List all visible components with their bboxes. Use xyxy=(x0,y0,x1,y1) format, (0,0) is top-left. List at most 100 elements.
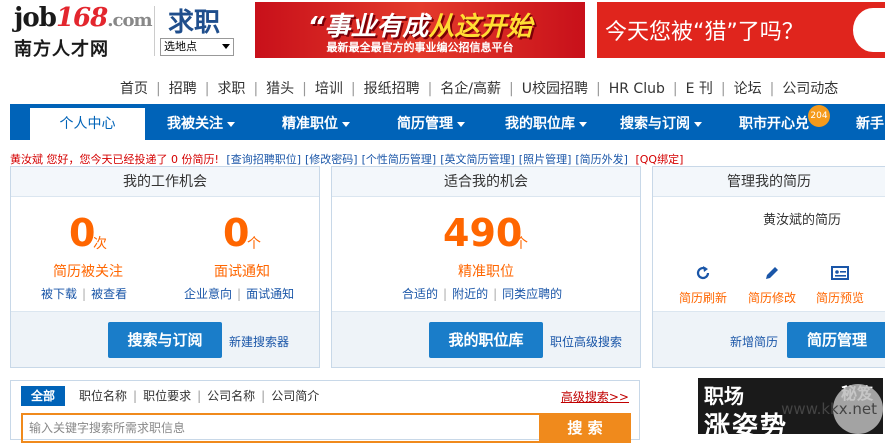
search-subscribe-button[interactable]: 搜索与订阅 xyxy=(108,322,222,358)
resume-edit-tool[interactable]: 简历修改 xyxy=(747,263,797,306)
nav-separator: | xyxy=(350,81,356,97)
chevron-down-icon xyxy=(227,121,235,127)
panel-title: 适合我的机会 xyxy=(332,167,640,197)
downloaded-link[interactable]: 被下载 xyxy=(41,287,77,301)
top-nav-item[interactable]: 猎头 xyxy=(266,78,294,98)
nav-separator: | xyxy=(596,81,601,97)
stat-interview-count[interactable]: 0 xyxy=(223,211,249,255)
tab-separator: | xyxy=(261,389,266,403)
tab-precise-jobs[interactable]: 精准职位 xyxy=(282,104,350,140)
nav-separator: | xyxy=(204,81,210,97)
greeting-link[interactable]: [查询招聘职位] xyxy=(226,153,301,166)
top-nav-item[interactable]: 首页 xyxy=(120,78,148,98)
pencil-icon xyxy=(766,267,778,279)
top-nav-item[interactable]: 报纸招聘 xyxy=(364,78,420,98)
nav-separator: | xyxy=(253,81,259,97)
tab-followed[interactable]: 我被关注 xyxy=(167,104,235,140)
location-select[interactable]: 选地点 xyxy=(160,38,234,56)
search-tab[interactable]: 职位要求 xyxy=(143,386,191,406)
logo-domain: job168.com xyxy=(14,3,153,33)
tab-resume-manage[interactable]: 简历管理 xyxy=(397,104,465,140)
header-divider xyxy=(154,6,155,56)
search-tab[interactable]: 职位名称 xyxy=(79,386,127,406)
top-nav-item[interactable]: 培训 xyxy=(315,78,343,98)
tab-separator: | xyxy=(133,389,138,403)
top-nav-item[interactable]: HR Club xyxy=(609,81,665,97)
tab-separator: | xyxy=(197,389,202,403)
greeting-link[interactable]: [个性简历管理] xyxy=(362,153,437,166)
logo-name: 南方人才网 xyxy=(14,39,109,60)
top-nav-item[interactable]: 论坛 xyxy=(734,78,762,98)
panel-footer: 新增简历 简历管理 xyxy=(653,311,885,367)
greeting-link[interactable]: [照片管理] xyxy=(519,153,572,166)
ad-career-tips[interactable]: 职场 涨姿势 秘笈 www.kkx.net xyxy=(652,378,885,434)
new-searcher-link[interactable]: 新建搜索器 xyxy=(229,333,289,350)
new-resume-link[interactable]: 新增简历 xyxy=(730,333,778,350)
search-input[interactable]: 输入关键字搜索所需求职信息 xyxy=(21,413,541,443)
location-select-value: 选地点 xyxy=(164,40,197,53)
similar-applicants-link[interactable]: 同类应聘的 xyxy=(502,287,562,301)
top-nav-item[interactable]: 名企/高薪 xyxy=(440,78,501,98)
greeting-bar: 黄汝斌 您好，您今天已经投递了 0 份简历! [查询招聘职位] [修改密码] [个性… xyxy=(10,151,683,167)
refresh-icon xyxy=(696,266,710,280)
banner-decoration xyxy=(853,8,885,52)
notification-badge: 204 xyxy=(808,105,830,127)
nav-separator: | xyxy=(720,81,726,97)
nav-separator: | xyxy=(509,81,514,97)
interview-notice-link[interactable]: 面试通知 xyxy=(246,287,294,301)
suitable-link[interactable]: 合适的 xyxy=(402,287,438,301)
tool-label: 简历刷新 xyxy=(678,291,727,305)
search-button[interactable]: 搜 索 xyxy=(539,413,631,443)
banner-career[interactable]: “事业有成从这开始 最新最全最官方的事业编公招信息平台 xyxy=(255,2,585,58)
resume-preview-tool[interactable]: 简历预览 xyxy=(815,263,865,306)
tab-newbie[interactable]: 新手 xyxy=(856,104,884,140)
banner-career-subtitle: 最新最全最官方的事业编公招信息平台 xyxy=(326,41,514,54)
tab-personal-center[interactable]: 个人中心 xyxy=(30,108,145,140)
viewed-link[interactable]: 被查看 xyxy=(91,287,127,301)
resume-name[interactable]: 黄汝斌的简历 xyxy=(763,209,841,228)
top-nav-item[interactable]: 公司动态 xyxy=(782,78,838,98)
tool-label: 简历预览 xyxy=(815,291,864,305)
top-nav: 首页 | 招聘 | 求职 | 猎头 | 培训 | 报纸招聘 | 名企/高薪 | U校园招聘 | HR Club |… xyxy=(120,78,838,98)
stat-interview-unit: 个 xyxy=(247,236,261,252)
greeting-link[interactable]: [英文简历管理] xyxy=(440,153,515,166)
greeting-text: 黄汝斌 您好，您今天已经投递了 0 份简历! xyxy=(10,153,219,166)
nav-separator: | xyxy=(672,81,678,97)
site-logo[interactable]: job168.com 南方人才网 xyxy=(10,3,153,60)
top-nav-item[interactable]: E 刊 xyxy=(686,78,713,98)
search-tab[interactable]: 公司简介 xyxy=(271,386,319,406)
chevron-down-icon xyxy=(579,121,587,127)
tab-search-subscribe[interactable]: 搜索与订阅 xyxy=(620,104,702,140)
greeting-link[interactable]: [简历外发] xyxy=(575,153,628,166)
qq-bind-link[interactable]: [QQ绑定] xyxy=(635,153,683,166)
stat-attention-label: 简历被关注 xyxy=(53,264,123,280)
search-tab[interactable]: 公司名称 xyxy=(207,386,255,406)
attention-links: 被下载 | 被查看 xyxy=(41,285,127,302)
panel-my-opportunities: 我的工作机会 0 次 简历被关注 被下载 | 被查看 0 个 面试通知 企业意向 | 面… xyxy=(10,166,320,368)
banner-headhunt[interactable]: 今天您被“猎”了吗？ xyxy=(597,2,885,58)
search-tab-all[interactable]: 全部 xyxy=(21,386,66,406)
tab-label: 精准职位 xyxy=(282,116,338,132)
watermark-text: www.kkx.net xyxy=(781,400,877,418)
top-nav-item[interactable]: 求职 xyxy=(217,78,245,98)
job-library-button[interactable]: 我的职位库 xyxy=(429,322,543,358)
nearby-link[interactable]: 附近的 xyxy=(452,287,488,301)
chevron-down-icon xyxy=(342,121,350,127)
search-tabs: 全部 职位名称 | 职位要求 | 公司名称 | 公司简介 xyxy=(11,381,319,409)
company-intent-link[interactable]: 企业意向 xyxy=(184,287,232,301)
resume-refresh-tool[interactable]: 简历刷新 xyxy=(678,263,728,306)
stat-precise-count[interactable]: 490 xyxy=(443,211,522,255)
nav-separator: | xyxy=(769,81,775,97)
panel-title: 管理我的简历 xyxy=(653,167,885,197)
interview-links: 企业意向 | 面试通知 xyxy=(184,285,294,302)
advanced-search-link[interactable]: 高级搜索>> xyxy=(561,388,629,405)
link-separator: | xyxy=(237,287,242,301)
tab-rewards[interactable]: 职市开心兑 xyxy=(739,104,809,140)
top-nav-item[interactable]: 招聘 xyxy=(169,78,197,98)
stat-attention-count[interactable]: 0 xyxy=(69,211,95,255)
greeting-link[interactable]: [修改密码] xyxy=(305,153,358,166)
top-nav-item[interactable]: U校园招聘 xyxy=(522,78,588,98)
advanced-job-search-link[interactable]: 职位高级搜索 xyxy=(550,333,622,350)
resume-manage-button[interactable]: 简历管理 xyxy=(787,322,885,358)
tab-job-library[interactable]: 我的职位库 xyxy=(505,104,587,140)
